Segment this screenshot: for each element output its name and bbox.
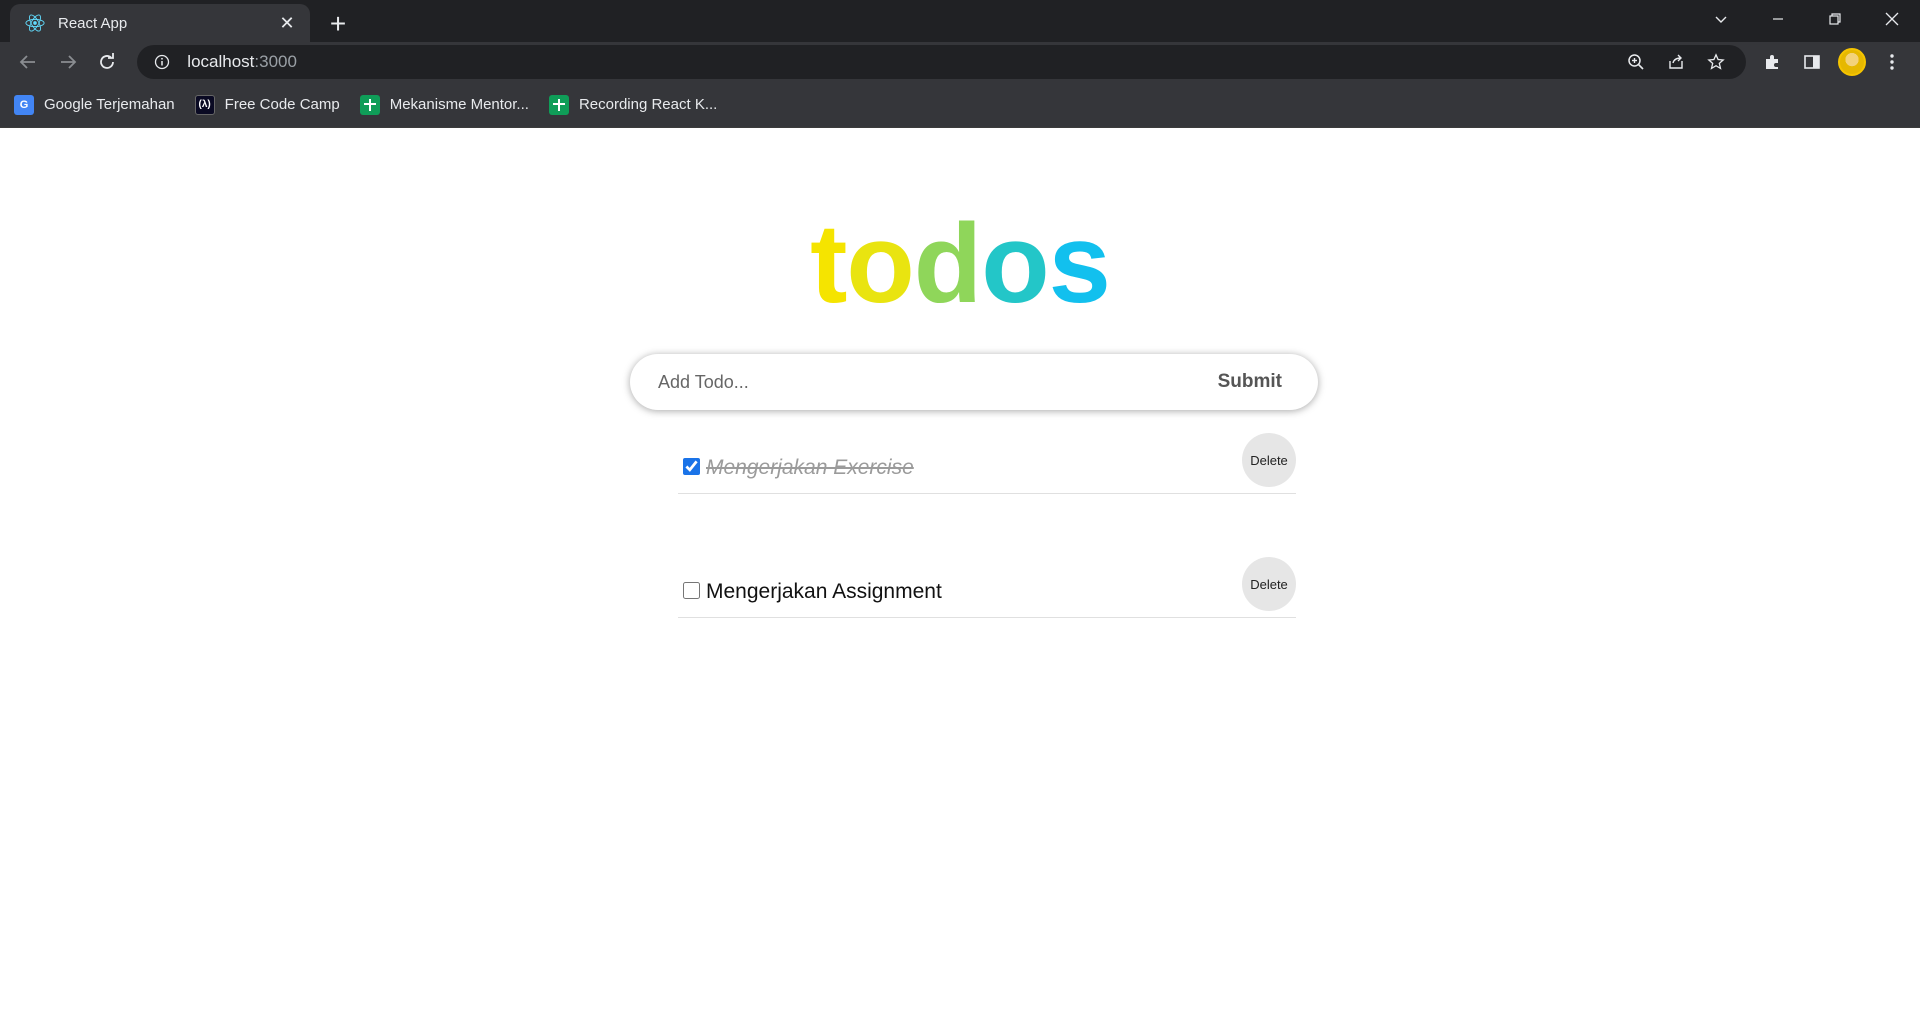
google-translate-icon: G (14, 94, 34, 115)
delete-button[interactable]: Delete (1242, 433, 1296, 487)
title-letter: t (810, 201, 847, 326)
browser-toolbar: localhost:3000 (0, 42, 1920, 82)
bookmark-label: Google Terjemahan (44, 96, 175, 113)
freecodecamp-icon: (λ) (194, 94, 215, 115)
browser-chrome: React App ✕ + localhost:3000 G Google Te… (0, 0, 1920, 128)
todo-checkbox[interactable] (683, 582, 700, 599)
title-letter: o (846, 201, 914, 326)
share-icon[interactable] (1656, 45, 1696, 79)
title-letter: d (913, 201, 982, 326)
url-host: localhost (187, 52, 255, 71)
forward-button[interactable] (48, 42, 88, 82)
delete-button[interactable]: Delete (1242, 557, 1296, 611)
side-panel-icon[interactable] (1792, 42, 1832, 82)
bookmark-recording-react[interactable]: Recording React K... (548, 90, 718, 120)
title-letter: s (1048, 201, 1111, 326)
close-window-button[interactable] (1863, 0, 1920, 38)
todo-text: Mengerjakan Assignment (706, 580, 942, 603)
sheets-icon (548, 94, 569, 115)
zoom-icon[interactable] (1616, 45, 1656, 79)
bookmark-label: Mekanisme Mentor... (389, 96, 529, 113)
browser-tab[interactable]: React App ✕ (10, 4, 310, 42)
restore-button[interactable] (1806, 0, 1863, 38)
title-letter: o (981, 201, 1049, 326)
bookmark-star-icon[interactable] (1696, 45, 1736, 79)
tab-close-icon[interactable]: ✕ (276, 12, 298, 34)
address-bar[interactable]: localhost:3000 (137, 45, 1746, 79)
reload-button[interactable] (88, 42, 128, 82)
avatar (1838, 48, 1866, 76)
todo-list: Mengerjakan Exercise Delete Mengerjakan … (678, 428, 1296, 676)
todo-item: Mengerjakan Assignment Delete (678, 552, 1296, 618)
tab-search-chevron-icon[interactable] (1692, 0, 1749, 38)
add-todo-form: Submit (630, 354, 1318, 410)
page-content: todos Submit Mengerjakan Exercise Delete… (0, 128, 1920, 1025)
bookmark-mekanisme-mentor[interactable]: Mekanisme Mentor... (359, 90, 529, 120)
todo-item: Mengerjakan Exercise Delete (678, 428, 1296, 494)
tab-strip: React App ✕ + (0, 0, 1920, 42)
kebab-menu-icon[interactable] (1872, 42, 1912, 82)
bookmark-label: Recording React K... (578, 96, 718, 113)
back-button[interactable] (8, 42, 48, 82)
tab-title: React App (58, 14, 128, 32)
bookmarks-bar: G Google Terjemahan (λ) Free Code Camp M… (0, 82, 1920, 128)
bookmark-free-code-camp[interactable]: (λ) Free Code Camp (194, 90, 340, 120)
extensions-icon[interactable] (1752, 42, 1792, 82)
url-text: localhost:3000 (187, 52, 1616, 72)
url-port: :3000 (254, 52, 297, 71)
bookmark-google-terjemahan[interactable]: G Google Terjemahan (14, 90, 175, 120)
window-controls (1692, 0, 1920, 38)
bookmark-label: Free Code Camp (224, 96, 340, 113)
submit-button[interactable]: Submit (1208, 354, 1318, 410)
minimize-button[interactable] (1749, 0, 1806, 38)
sheets-icon (359, 94, 380, 115)
profile-avatar[interactable] (1832, 42, 1872, 82)
new-tab-button[interactable]: + (322, 8, 354, 40)
todo-text: Mengerjakan Exercise (706, 456, 914, 479)
react-logo-icon (24, 12, 46, 34)
site-info-icon[interactable] (151, 54, 173, 70)
app-title: todos (0, 208, 1920, 320)
toolbar-actions (1752, 42, 1912, 82)
add-todo-input[interactable] (630, 354, 1208, 410)
todo-checkbox[interactable] (683, 458, 700, 475)
